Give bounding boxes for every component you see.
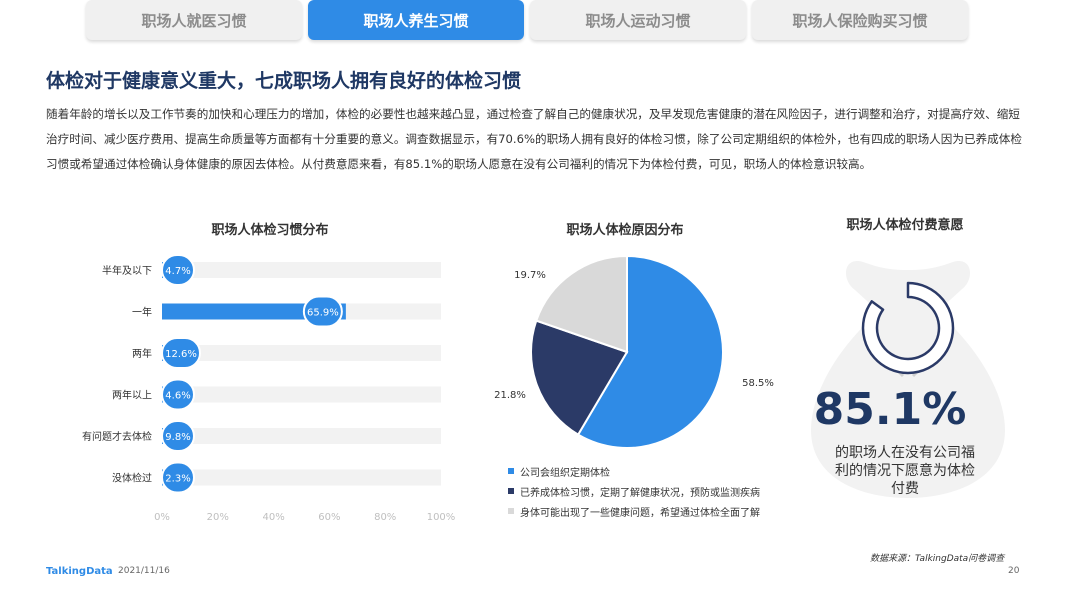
data-label: 21.8% — [494, 390, 526, 401]
talkingdata-logo: TalkingData — [46, 566, 113, 577]
legend-item-company: 公司会组织定期体检 — [508, 461, 760, 481]
legend-label-company: 公司会组织定期体检 — [520, 467, 610, 479]
data-label: 2.3% — [165, 474, 190, 485]
legend-swatch-blue — [508, 468, 514, 474]
tab-bar: 职场人就医习惯 职场人养生习惯 职场人运动习惯 职场人保险购买习惯 — [86, 0, 968, 40]
legend-swatch-gray — [508, 508, 514, 514]
payment-description: 的职场人在没有公司福利的情况下愿意为体检付费 — [835, 445, 975, 497]
legend-label-habit: 已养成体检习惯，定期了解健康状况，预防或监测疾病 — [520, 487, 760, 499]
category-label: 一年 — [132, 306, 152, 319]
x-tick-label: 80% — [374, 512, 396, 523]
bar-track — [162, 469, 441, 486]
legend-label-problem: 身体可能出现了一些健康问题，希望通过体检全面了解 — [520, 507, 760, 519]
pie-legend: 公司会组织定期体检 已养成体检习惯，定期了解健康状况，预防或监测疾病 身体可能出… — [508, 461, 760, 521]
tab-insurance-habits[interactable]: 职场人保险购买习惯 — [752, 0, 968, 40]
data-label: 65.9% — [307, 308, 339, 319]
page-number: 20 — [1008, 566, 1020, 576]
payment-percentage: 85.1% — [813, 384, 967, 435]
habit-bar-chart: 半年及以下 4.7% 一年 65.9% 两年 12.6% 两年以上 4.6% 有问题才去体检 9.… — [82, 254, 456, 523]
tab-wellness-habits[interactable]: 职场人养生习惯 — [308, 0, 524, 40]
tab-exercise-habits[interactable]: 职场人运动习惯 — [530, 0, 746, 40]
bar-track — [162, 428, 441, 444]
page-headline: 体检对于健康意义重大，七成职场人拥有良好的体检习惯 — [46, 70, 522, 92]
category-label: 有问题才去体检 — [82, 430, 152, 443]
legend-swatch-navy — [508, 488, 514, 494]
data-label: 4.6% — [165, 391, 190, 402]
bar-track — [162, 262, 441, 278]
body-paragraph: 随着年龄的增长以及工作节奏的加快和心理压力的增加，体检的必要性也越来越凸显，通过… — [46, 107, 1022, 171]
legend-item-problem: 身体可能出现了一些健康问题，希望通过体检全面了解 — [508, 501, 760, 521]
data-label: 4.7% — [165, 266, 190, 277]
data-label: 9.8% — [165, 432, 190, 443]
category-label: 没体检过 — [112, 472, 152, 485]
data-label: 12.6% — [165, 349, 197, 360]
tab-medical-habits[interactable]: 职场人就医习惯 — [86, 0, 302, 40]
data-label: 19.7% — [514, 270, 546, 281]
footer-date: 2021/11/16 — [118, 566, 170, 576]
legend-item-habit: 已养成体检习惯，定期了解健康状况，预防或监测疾病 — [508, 481, 760, 501]
reason-chart-title: 职场人体检原因分布 — [566, 223, 684, 238]
x-tick-label: 60% — [318, 512, 340, 523]
data-label: 58.5% — [742, 378, 774, 389]
category-label: 半年及以下 — [102, 264, 152, 277]
data-source: 数据来源：TalkingData问卷调查 — [870, 554, 1005, 564]
x-tick-label: 40% — [262, 512, 284, 523]
x-tick-label: 20% — [207, 512, 229, 523]
bar-track — [162, 386, 441, 403]
category-label: 两年以上 — [112, 389, 152, 402]
x-tick-label: 100% — [427, 512, 456, 523]
habit-chart-title: 职场人体检习惯分布 — [211, 223, 329, 238]
reason-pie-chart: 58.5% 21.8% 19.7% — [494, 254, 774, 449]
payment-chart-title: 职场人体检付费意愿 — [846, 218, 964, 233]
bar-track — [162, 345, 441, 361]
x-tick-label: 0% — [154, 512, 170, 523]
category-label: 两年 — [132, 347, 152, 360]
